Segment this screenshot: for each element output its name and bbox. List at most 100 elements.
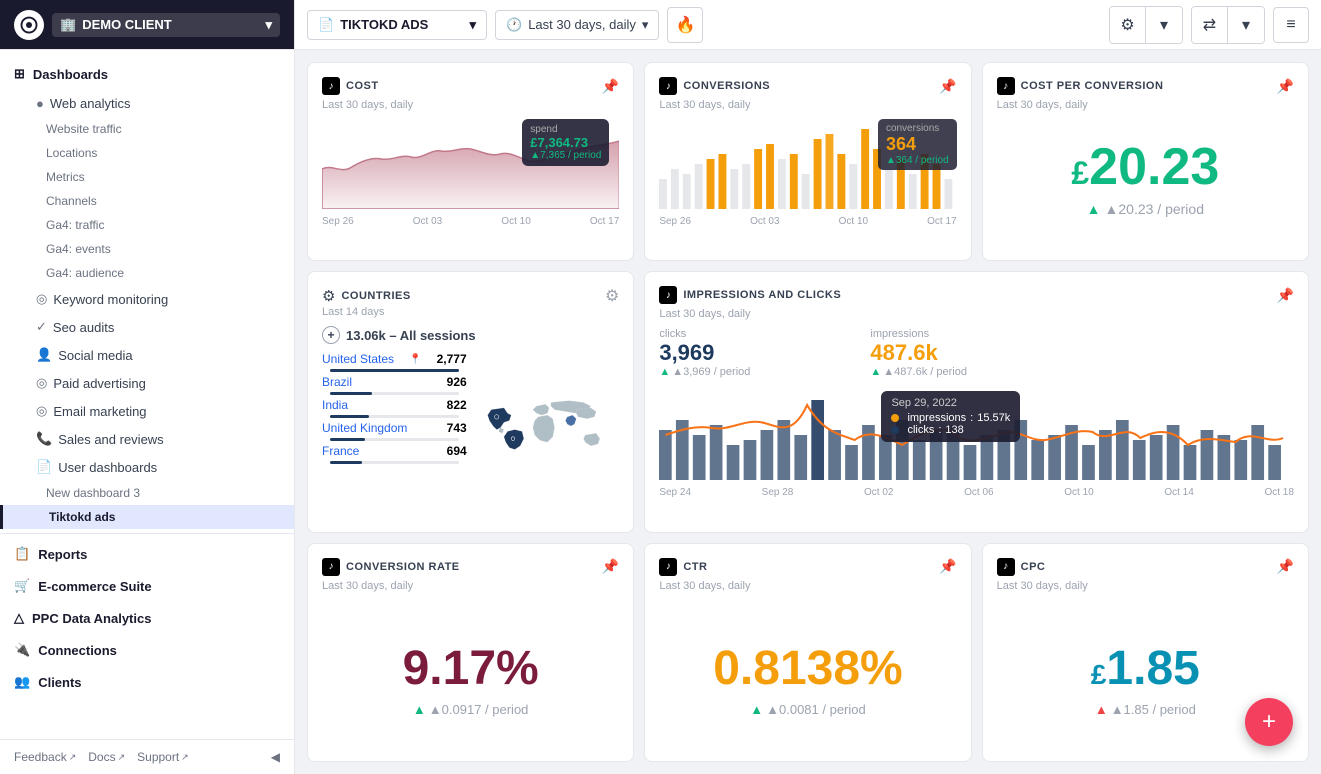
user-dash-icon: 📄 [36, 459, 52, 475]
countries-settings-icon[interactable]: ⚙ [605, 286, 619, 306]
cpc-conv-value-container: £20.23 ▲ ▲20.23 / period [997, 111, 1294, 246]
cr-pin[interactable]: 📌 [602, 558, 619, 575]
hamburger-icon: ≡ [1286, 16, 1295, 34]
count-in: 822 [447, 398, 467, 412]
add-filter-icon[interactable]: + [322, 326, 340, 344]
sidebar-item-ga4-audience[interactable]: Ga4: audience [0, 261, 294, 285]
sales-label: Sales and reviews [58, 432, 164, 447]
menu-button[interactable]: ≡ [1273, 7, 1309, 43]
sidebar-item-connections[interactable]: 🔌 Connections [0, 634, 294, 666]
country-in[interactable]: India [322, 398, 348, 412]
conv-chart-dates: Sep 26 Oct 03 Oct 10 Oct 17 [659, 216, 956, 227]
sidebar-item-user-dashboards[interactable]: 📄 User dashboards [0, 453, 294, 481]
sidebar-item-paid-advertising[interactable]: ◎ Paid advertising [0, 369, 294, 397]
conv-subtitle: Last 30 days, daily [659, 99, 956, 111]
sidebar-item-social-media[interactable]: 👤 Social media [0, 341, 294, 369]
ecommerce-icon: 🛒 [14, 578, 30, 594]
conversions-title: CONVERSIONS [683, 80, 770, 92]
impressions-chart-area: Sep 29, 2022 impressions : 15.57k clicks… [659, 386, 1294, 517]
impressions-value: 487.6k [870, 340, 967, 366]
ctr-subtitle: Last 30 days, daily [659, 580, 956, 592]
chevron-down-icon: ▾ [265, 17, 272, 33]
cpc-conv-currency: £ [1071, 155, 1089, 191]
sidebar-item-ga4-events[interactable]: Ga4: events [0, 237, 294, 261]
add-fab-button[interactable]: + [1245, 698, 1293, 746]
share-dropdown-btn[interactable]: ▾ [1228, 7, 1264, 43]
dashboard-selector[interactable]: 📄 TIKTOKD ADS ▾ [307, 10, 487, 40]
country-us[interactable]: United States [322, 352, 394, 366]
sidebar-footer: Feedback ↗ Docs ↗ Support ↗ ◀ [0, 739, 294, 774]
external-icon: ↗ [69, 752, 77, 763]
sidebar-item-dashboards[interactable]: ⊞ Dashboards [0, 58, 294, 90]
ctr-big-value: 0.8138% [713, 641, 903, 696]
cpc-conv-title: COST PER CONVERSION [1021, 80, 1164, 92]
sidebar-item-web-analytics[interactable]: ● Web analytics [0, 90, 294, 117]
plus-icon: + [1262, 708, 1276, 736]
paid-icon: ◎ [36, 375, 47, 391]
sidebar-item-metrics[interactable]: Metrics [0, 165, 294, 189]
countries-header: ⚙ COUNTRIES ⚙ [322, 286, 619, 306]
date-selector[interactable]: 🕐 Last 30 days, daily ▾ [495, 10, 659, 40]
ctr-pin[interactable]: 📌 [939, 558, 956, 575]
impressions-change: ▲ ▲487.6k / period [870, 366, 967, 378]
cost-pin-icon[interactable]: 📌 [602, 78, 619, 95]
tiktok-icon-imp: ♪ [659, 286, 677, 304]
cpc-conv-pin[interactable]: 📌 [1277, 78, 1294, 95]
sidebar-item-website-traffic[interactable]: Website traffic [0, 117, 294, 141]
share-icon: ⇄ [1203, 15, 1216, 35]
br-pin [511, 437, 515, 441]
document-icon: 📄 [318, 17, 334, 33]
sidebar-item-locations[interactable]: Locations [0, 141, 294, 165]
cpc-pin[interactable]: 📌 [1277, 558, 1294, 575]
sidebar-item-ga4-traffic[interactable]: Ga4: traffic [0, 213, 294, 237]
sidebar-item-keyword-monitoring[interactable]: ◎ Keyword monitoring [0, 285, 294, 313]
cost-title: COST [346, 80, 379, 92]
share-icon-btn[interactable]: ⇄ [1192, 7, 1228, 43]
sidebar-item-tiktokd-ads[interactable]: Tiktokd ads [0, 505, 294, 529]
feedback-link[interactable]: Feedback ↗ [14, 750, 76, 764]
ecommerce-label: E-commerce Suite [38, 579, 151, 594]
back-nav-icon[interactable]: ◀ [271, 750, 280, 764]
flame-button[interactable]: 🔥 [667, 7, 703, 43]
country-row-br: Brazil 926 [322, 375, 467, 389]
country-uk[interactable]: United Kingdom [322, 421, 407, 435]
client-selector[interactable]: 🏢 DEMO CLIENT ▾ [52, 13, 280, 37]
sidebar-item-clients[interactable]: 👥 Clients [0, 666, 294, 698]
settings-icon-btn[interactable]: ⚙ [1110, 7, 1146, 43]
countries-subtitle: Last 14 days [322, 306, 619, 318]
spend-tooltip: spend £7,364.73 ▲7,365 / period [522, 119, 609, 166]
email-icon: ◎ [36, 403, 47, 419]
ppc-icon: △ [14, 610, 24, 626]
support-link[interactable]: Support ↗ [137, 750, 189, 764]
reports-label: Reports [38, 547, 87, 562]
dropdown-chevron: ▾ [469, 17, 476, 33]
sidebar-item-sales-reviews[interactable]: 📞 Sales and reviews [0, 425, 294, 453]
sidebar-item-channels[interactable]: Channels [0, 189, 294, 213]
flame-icon: 🔥 [675, 15, 695, 35]
countries-gear-icon[interactable]: ⚙ [322, 287, 335, 305]
user-dash-label: User dashboards [58, 460, 157, 475]
count-us: 2,777 [437, 352, 467, 366]
sidebar-item-email-marketing[interactable]: ◎ Email marketing [0, 397, 294, 425]
ctr-title: CTR [683, 561, 707, 573]
conv-pin-icon[interactable]: 📌 [939, 78, 956, 95]
sidebar-item-ecommerce[interactable]: 🛒 E-commerce Suite [0, 570, 294, 602]
country-br[interactable]: Brazil [322, 375, 352, 389]
sidebar-item-reports[interactable]: 📋 Reports [0, 538, 294, 570]
conversions-header: ♪ CONVERSIONS 📌 [659, 77, 956, 95]
tiktok-icon-cpc: ♪ [997, 558, 1015, 576]
ctr-value-container: 0.8138% ▲ ▲0.0081 / period [659, 592, 956, 747]
country-fr[interactable]: France [322, 444, 359, 458]
cpc-currency: £ [1091, 659, 1107, 690]
tiktok-icon-cost: ♪ [322, 77, 340, 95]
chevron-down-share: ▾ [1242, 15, 1250, 35]
sidebar-item-ppc[interactable]: △ PPC Data Analytics [0, 602, 294, 634]
settings-dropdown-btn[interactable]: ▾ [1146, 7, 1182, 43]
conversion-rate-card: ♪ CONVERSION RATE 📌 Last 30 days, daily … [307, 543, 634, 762]
docs-link[interactable]: Docs ↗ [88, 750, 125, 764]
imp-pin-icon[interactable]: 📌 [1277, 287, 1294, 304]
cr-big-value: 9.17% [403, 641, 539, 696]
impressions-title: IMPRESSIONS AND CLICKS [683, 289, 841, 301]
sidebar-item-seo-audits[interactable]: ✓ Seo audits [0, 313, 294, 341]
sidebar-item-new-dashboard-3[interactable]: New dashboard 3 [0, 481, 294, 505]
